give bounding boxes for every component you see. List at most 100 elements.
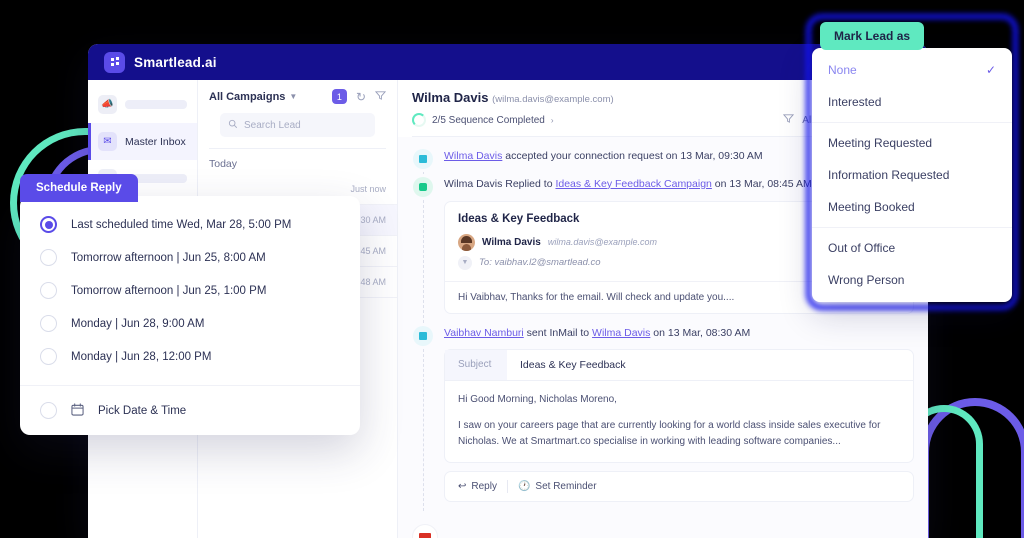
schedule-option-label: Tomorrow afternoon | Jun 25, 8:00 AM <box>71 251 266 264</box>
sidebar-item-label: Master Inbox <box>125 135 186 148</box>
schedule-reply-popover: Schedule Reply Last scheduled time Wed, … <box>20 174 360 435</box>
radio-icon[interactable] <box>40 348 57 365</box>
recipient-link[interactable]: Wilma Davis <box>592 327 650 339</box>
reply-button[interactable]: ↩ Reply <box>458 481 497 492</box>
check-icon: ✓ <box>985 63 996 77</box>
linkedin-connection-icon <box>413 149 433 169</box>
sequence-status-label: 2/5 Sequence Completed <box>432 114 545 126</box>
option-label: Interested <box>828 95 882 109</box>
inbox-icon: ✉ <box>98 132 117 151</box>
option-label: None <box>828 63 857 77</box>
chevron-down-icon: ▼ <box>289 92 298 101</box>
set-reminder-label: Set Reminder <box>535 480 597 492</box>
mark-lead-option-wrong-person[interactable]: Wrong Person <box>812 264 1012 296</box>
smartlead-logo-icon <box>104 51 125 73</box>
timeline-connector <box>422 348 424 511</box>
mark-lead-option-none[interactable]: None ✓ <box>812 54 1012 86</box>
chevron-down-icon[interactable]: ▼ <box>458 255 472 270</box>
brand-name: Smartlead.ai <box>134 54 217 70</box>
campaign-link[interactable]: Ideas & Key Feedback Campaign <box>555 178 711 190</box>
mark-lead-option-interested[interactable]: Interested <box>812 86 1012 118</box>
mark-lead-option-information-requested[interactable]: Information Requested <box>812 159 1012 191</box>
mail-subject-title: Ideas & Key Feedback <box>458 212 580 225</box>
filter-icon[interactable] <box>374 90 387 104</box>
schedule-option[interactable]: Tomorrow afternoon | Jun 25, 1:00 PM <box>20 274 360 307</box>
schedule-divider <box>20 385 360 386</box>
chevron-right-icon: › <box>550 115 554 125</box>
search-input[interactable]: Search Lead <box>220 113 375 137</box>
message-action-bar: ↩ Reply 🕐 Set Reminder <box>444 470 914 502</box>
sent-after-text: on 13 Mar, 08:30 AM <box>650 326 751 339</box>
progress-donut-icon <box>412 113 426 127</box>
pick-date-time-label: Pick Date & Time <box>98 404 187 417</box>
schedule-option[interactable]: Last scheduled time Wed, Mar 28, 5:00 PM <box>20 208 360 241</box>
schedule-option[interactable]: Monday | Jun 28, 9:00 AM <box>20 307 360 340</box>
timeline-connector <box>422 199 424 323</box>
mail-body-line-1: Hi Good Morning, Nicholas Moreno, <box>458 394 617 406</box>
selected-count-badge[interactable]: 1 <box>331 89 347 104</box>
title-bar: Smartlead.ai <box>88 44 928 80</box>
sent-mail-card: Subject Ideas & Key Feedback Hi Good Mor… <box>444 349 914 463</box>
mail-body-line-2: I saw on your careers page that are curr… <box>458 419 881 448</box>
sender-link[interactable]: Vaibhav Namburi <box>444 327 524 339</box>
sidebar-item-0[interactable]: 📣 <box>88 86 197 123</box>
megaphone-icon: 📣 <box>98 95 117 114</box>
event-text-after: on 13 Mar, 08:45 AM <box>711 177 812 190</box>
timeline-connector <box>422 172 424 174</box>
dropdown-divider <box>812 227 1012 228</box>
radio-icon[interactable] <box>40 282 57 299</box>
lead-email: (wilma.davis@example.com) <box>492 94 614 105</box>
clock-icon: 🕐 <box>517 480 531 492</box>
radio-icon[interactable] <box>40 216 57 233</box>
schedule-option[interactable]: Monday | Jun 28, 12:00 PM <box>20 340 360 373</box>
inmail-icon <box>413 325 433 346</box>
thread-event: Vaibhav Namburi sent InMail to Wilma Dav… <box>398 325 928 514</box>
filter-icon[interactable] <box>783 113 795 127</box>
schedule-option[interactable]: Tomorrow afternoon | Jun 25, 8:00 AM <box>20 241 360 274</box>
sent-mid-text: sent InMail to <box>523 326 593 339</box>
mark-lead-option-meeting-booked[interactable]: Meeting Booked <box>812 191 1012 223</box>
lead-name: Wilma Davis <box>412 90 489 105</box>
lead-time: Just now <box>350 184 386 194</box>
subject-label: Subject <box>445 350 507 381</box>
subject-value: Ideas & Key Feedback <box>520 359 626 372</box>
schedule-reply-options: Last scheduled time Wed, Mar 28, 5:00 PM… <box>20 196 360 379</box>
event-text: accepted your connection request on 13 M… <box>502 150 763 162</box>
radio-icon[interactable] <box>40 315 57 332</box>
lead-list-toolbar: All Campaigns ▼ 1 ↻ Search Lead <box>198 80 397 149</box>
dropdown-divider <box>812 122 1012 123</box>
campaign-filter-label: All Campaigns <box>209 90 286 103</box>
search-placeholder: Search Lead <box>244 119 301 131</box>
reply-mail-icon <box>413 176 433 197</box>
schedule-option-label: Monday | Jun 28, 9:00 AM <box>71 317 205 330</box>
mark-lead-option-out-of-office[interactable]: Out of Office <box>812 232 1012 264</box>
schedule-option-label: Tomorrow afternoon | Jun 25, 1:00 PM <box>71 284 267 297</box>
mail-from-name: Wilma Davis <box>482 236 541 248</box>
search-icon <box>228 116 238 134</box>
sequence-status[interactable]: 2/5 Sequence Completed › <box>412 113 554 127</box>
option-label: Wrong Person <box>828 273 905 287</box>
campaign-filter-dropdown[interactable]: All Campaigns ▼ <box>209 91 297 103</box>
calendar-icon <box>71 402 84 419</box>
lead-list-section-label: Today <box>209 158 238 170</box>
divider <box>506 479 508 493</box>
event-actor-link[interactable]: Wilma Davis <box>444 150 502 162</box>
mail-body: Hi Good Morning, Nicholas Moreno, I saw … <box>445 381 913 462</box>
radio-icon[interactable] <box>40 402 57 419</box>
schedule-option-label: Monday | Jun 28, 12:00 PM <box>71 350 212 363</box>
sidebar-item-0-skeleton <box>125 100 187 109</box>
mark-lead-badge: Mark Lead as <box>820 22 925 50</box>
mail-from-email: wilma.davis@example.com <box>547 237 657 247</box>
avatar <box>458 233 475 251</box>
refresh-icon[interactable]: ↻ <box>356 90 366 104</box>
event-text-before: Wilma Davis Replied to <box>444 177 556 190</box>
schedule-option-label: Last scheduled time Wed, Mar 28, 5:00 PM <box>71 218 292 231</box>
option-label: Meeting Booked <box>828 200 915 214</box>
sidebar-item-master-inbox[interactable]: ✉ Master Inbox <box>88 123 197 160</box>
pick-date-time-option[interactable]: Pick Date & Time <box>20 392 360 435</box>
mark-lead-option-meeting-requested[interactable]: Meeting Requested <box>812 127 1012 159</box>
option-label: Meeting Requested <box>828 136 933 150</box>
radio-icon[interactable] <box>40 249 57 266</box>
gmail-icon <box>412 524 438 538</box>
set-reminder-button[interactable]: 🕐 Set Reminder <box>518 481 597 492</box>
